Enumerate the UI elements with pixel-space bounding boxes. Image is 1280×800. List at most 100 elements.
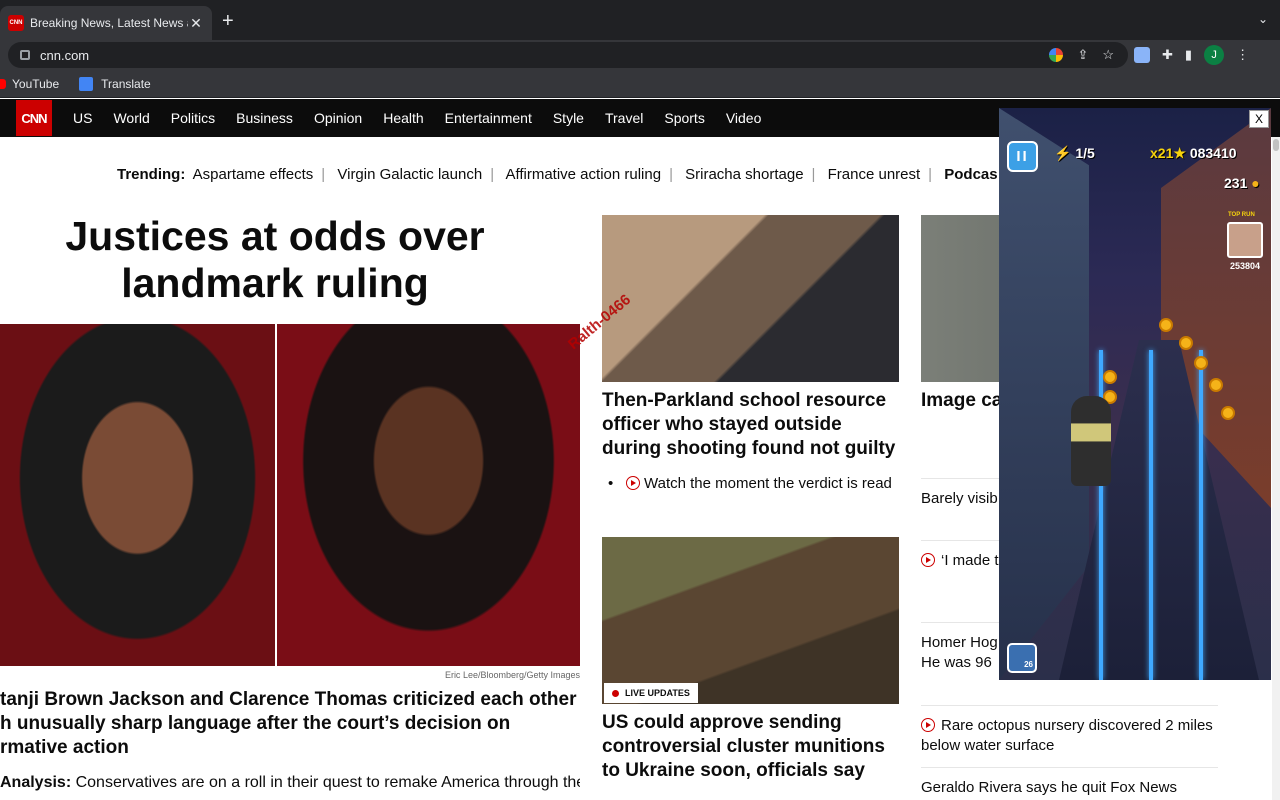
new-tab-icon[interactable]: + xyxy=(222,10,234,33)
nav-us[interactable]: US xyxy=(73,110,92,126)
coin-icon xyxy=(1221,406,1235,420)
tab-title: Breaking News, Latest News ar xyxy=(30,16,188,30)
list-item[interactable]: Geraldo Rivera says he quit Fox News xyxy=(921,767,1218,798)
coin-icon xyxy=(1194,356,1208,370)
top-run-score: 253804 xyxy=(1230,261,1261,271)
trending-item[interactable]: Virgin Galactic launch xyxy=(337,166,482,183)
nav-style[interactable]: Style xyxy=(553,110,584,126)
translate-icon xyxy=(79,76,94,91)
nav-sports[interactable]: Sports xyxy=(664,110,704,126)
trending-label: Trending: xyxy=(117,166,186,183)
badge-label: LIVE UPDATES xyxy=(625,688,690,698)
hoverboard-button[interactable]: 26 xyxy=(1007,643,1037,673)
google-icon[interactable] xyxy=(1049,48,1064,62)
story-image-parkland[interactable] xyxy=(602,215,899,382)
video-link-verdict[interactable]: Watch the moment the verdict is read xyxy=(608,474,892,494)
score-value: 083410 xyxy=(1189,145,1237,161)
address-bar[interactable]: cnn.com ⇪ ☆ xyxy=(8,42,1128,68)
score-multiplier: x21 xyxy=(1150,145,1174,161)
list-item-text: Rare octopus nursery discovered 2 miles … xyxy=(921,717,1213,754)
lead-headline[interactable]: Justices at odds over landmark ruling xyxy=(30,213,520,307)
lead-photo-left xyxy=(0,324,275,666)
star-icon: ★ xyxy=(1173,145,1186,161)
trending-item[interactable]: Aspartame effects xyxy=(193,166,314,183)
divider: | xyxy=(669,166,673,183)
play-icon xyxy=(921,718,935,732)
lock-icon[interactable] xyxy=(20,50,30,60)
list-item[interactable]: Rare octopus nursery discovered 2 miles … xyxy=(921,705,1218,756)
divider: | xyxy=(811,166,816,183)
cnn-logo[interactable]: CNN xyxy=(16,100,52,136)
close-tab-icon[interactable]: ✕ xyxy=(188,15,204,32)
lightning-icon: ⚡ xyxy=(1054,145,1072,161)
close-overlay-button[interactable]: X xyxy=(1249,110,1269,128)
url-text[interactable]: cnn.com xyxy=(40,48,1049,63)
game-rail xyxy=(1149,350,1153,680)
trending-item[interactable]: Podcas xyxy=(944,166,997,183)
share-icon[interactable]: ⇪ xyxy=(1077,47,1088,63)
nav-video[interactable]: Video xyxy=(726,110,762,126)
play-icon xyxy=(921,553,935,567)
analysis-link[interactable]: Analysis: Conservatives are on a roll in… xyxy=(0,774,580,792)
game-rail xyxy=(1199,350,1203,680)
nav-politics[interactable]: Politics xyxy=(171,110,215,126)
page-scrollbar[interactable] xyxy=(1272,137,1280,800)
story-headline-parkland[interactable]: Then-Parkland school resource officer wh… xyxy=(602,389,899,461)
trending-item[interactable]: Sriracha shortage xyxy=(685,166,803,183)
bookmark-label: Translate xyxy=(101,76,151,91)
coin-icon xyxy=(1209,378,1223,392)
runner-character xyxy=(1071,396,1111,486)
story-image-ukraine[interactable] xyxy=(602,537,899,704)
bookmark-label: YouTube xyxy=(12,76,60,91)
bullet-text: Watch the moment the verdict is read xyxy=(644,475,892,492)
image-credit: Eric Lee/Bloomberg/Getty Images xyxy=(444,670,580,680)
side-panel-icon[interactable]: ▮ xyxy=(1185,47,1192,63)
trending-item[interactable]: Affirmative action ruling xyxy=(505,166,661,183)
toolbar-actions: ✚ ▮ J ⋮ xyxy=(1134,45,1249,65)
story-headline-ukraine[interactable]: US could approve sending controversial c… xyxy=(602,711,899,783)
coin-display: 231 ● xyxy=(1224,175,1260,191)
coin-icon xyxy=(1103,370,1117,384)
nav-travel[interactable]: Travel xyxy=(605,110,643,126)
bookmark-star-icon[interactable]: ☆ xyxy=(1102,47,1114,63)
game-overlay[interactable] xyxy=(999,108,1271,680)
divider: | xyxy=(928,166,933,183)
analysis-text: Conservatives are on a roll in their que… xyxy=(71,774,580,791)
nav-world[interactable]: World xyxy=(113,110,149,126)
profile-avatar[interactable]: J xyxy=(1204,45,1225,65)
top-run-avatar xyxy=(1227,222,1263,258)
list-item-text: Geraldo Rivera says he quit Fox News xyxy=(921,779,1177,796)
coin-count: 231 xyxy=(1224,175,1248,191)
score-display: x21★ 083410 xyxy=(1150,145,1237,162)
trending-item[interactable]: France unrest xyxy=(828,166,921,183)
scrollbar-thumb[interactable] xyxy=(1273,139,1279,151)
lead-subheadline[interactable]: tanji Brown Jackson and Clarence Thomas … xyxy=(0,688,580,760)
powerup-counter: ⚡ 1/5 xyxy=(1054,145,1095,162)
nav-opinion[interactable]: Opinion xyxy=(314,110,362,126)
lead-image[interactable] xyxy=(0,324,580,666)
game-scenery-left xyxy=(999,108,1089,680)
nav-entertainment[interactable]: Entertainment xyxy=(445,110,532,126)
cnn-favicon-icon: CNN xyxy=(8,15,24,31)
extension-icon[interactable] xyxy=(1134,47,1150,63)
divider: | xyxy=(321,166,326,183)
tab-strip: CNN Breaking News, Latest News ar ✕ + ⌄ xyxy=(0,0,1280,40)
coin-icon xyxy=(1179,336,1193,350)
powerup-count: 1/5 xyxy=(1075,145,1095,161)
bookmark-translate[interactable]: Translate xyxy=(79,76,151,91)
tab-search-chevron-icon[interactable]: ⌄ xyxy=(1258,12,1268,26)
trending-bar: Trending: Aspartame effects | Virgin Gala… xyxy=(117,166,1002,183)
coin-icon xyxy=(1159,318,1173,332)
nav-health[interactable]: Health xyxy=(383,110,423,126)
pause-button[interactable]: II xyxy=(1007,141,1038,172)
bookmarks-bar: YouTube Translate xyxy=(0,70,1280,98)
coin-icon: ● xyxy=(1251,175,1260,191)
youtube-icon xyxy=(0,78,6,89)
kebab-menu-icon[interactable]: ⋮ xyxy=(1236,47,1249,63)
divider: | xyxy=(490,166,495,183)
puzzle-extensions-icon[interactable]: ✚ xyxy=(1162,47,1173,63)
browser-tab[interactable]: CNN Breaking News, Latest News ar ✕ xyxy=(0,6,212,40)
nav-business[interactable]: Business xyxy=(236,110,293,126)
lead-photo-right xyxy=(277,324,580,666)
bookmark-youtube[interactable]: YouTube xyxy=(0,77,59,91)
